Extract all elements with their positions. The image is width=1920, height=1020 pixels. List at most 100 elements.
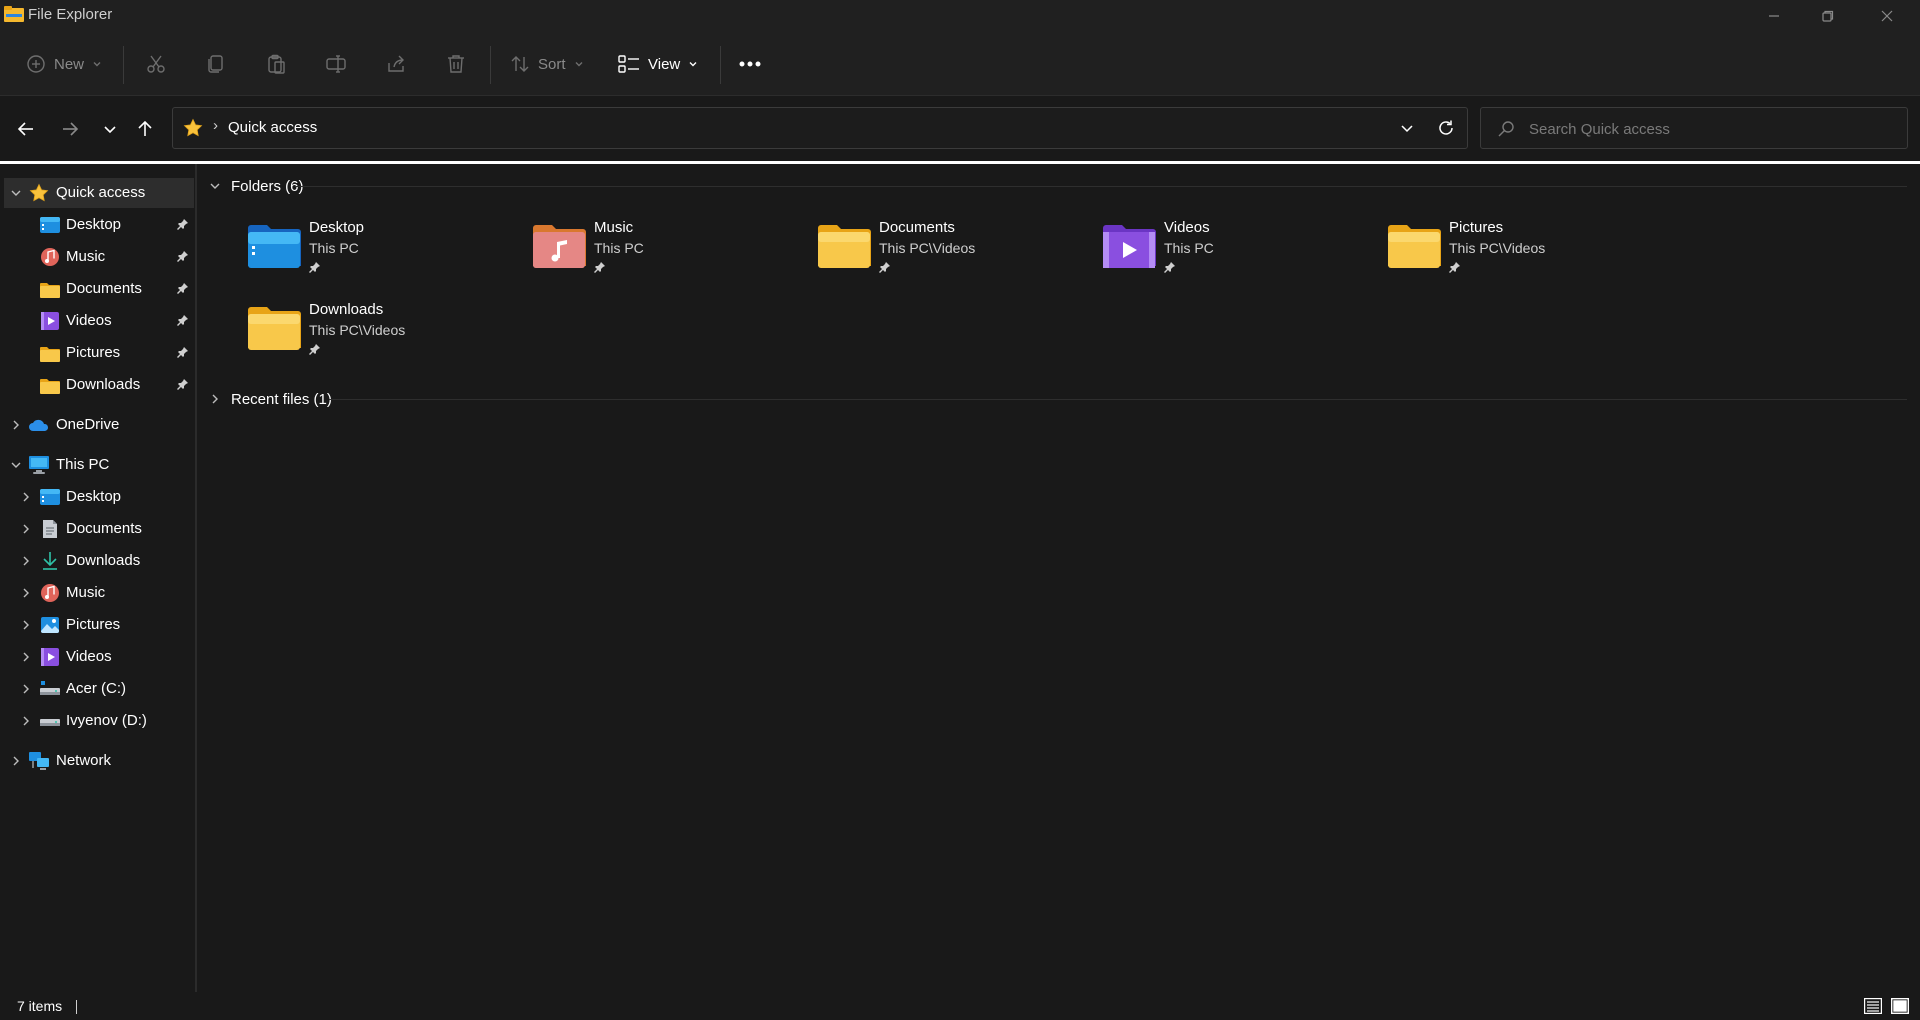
- sidebar-item-music-pinned[interactable]: Music: [4, 242, 194, 272]
- pin-icon[interactable]: [177, 346, 189, 358]
- chevron-right-icon[interactable]: [10, 755, 22, 767]
- refresh-icon[interactable]: [1437, 119, 1455, 137]
- chevron-right-icon[interactable]: [20, 523, 32, 535]
- new-label: New: [54, 55, 85, 73]
- sidebar-item-pc-desktop[interactable]: Desktop: [4, 482, 194, 512]
- sidebar-item-videos-pinned[interactable]: Videos: [4, 306, 194, 336]
- recent-locations-button[interactable]: [94, 113, 126, 145]
- cut-button[interactable]: [146, 46, 166, 82]
- back-button[interactable]: [10, 113, 42, 145]
- sidebar-item-label: Ivyenov (D:): [66, 712, 147, 729]
- forward-button[interactable]: [54, 113, 86, 145]
- recent-files-section-header[interactable]: Recent files (1): [209, 387, 332, 411]
- chevron-right-icon[interactable]: [20, 555, 32, 567]
- sidebar-item-pc-documents[interactable]: Documents: [4, 514, 194, 544]
- sidebar-item-label: Documents: [66, 280, 142, 297]
- folder-tile-videos[interactable]: Videos This PC: [1101, 214, 1371, 280]
- chevron-down-icon[interactable]: [10, 187, 22, 199]
- sidebar-item-label: Desktop: [66, 488, 122, 505]
- sidebar-item-pc-downloads[interactable]: Downloads: [4, 546, 194, 576]
- chevron-down-icon[interactable]: [1399, 120, 1415, 136]
- copy-icon: [208, 55, 223, 73]
- sidebar-item-pc-pictures[interactable]: Pictures: [4, 610, 194, 640]
- pin-icon: [1164, 262, 1175, 273]
- sidebar-item-this-pc[interactable]: This PC: [4, 450, 194, 480]
- sidebar-item-label: Downloads: [66, 552, 141, 569]
- drive-icon: [39, 711, 61, 731]
- restore-button[interactable]: [1799, 0, 1857, 32]
- restore-icon: [1822, 10, 1834, 22]
- sidebar-item-downloads-pinned[interactable]: Downloads: [4, 370, 194, 400]
- breadcrumb-quick-access[interactable]: Quick access: [228, 119, 317, 136]
- search-box[interactable]: [1480, 107, 1908, 149]
- close-button[interactable]: [1858, 0, 1916, 32]
- sidebar-item-label: Videos: [66, 648, 112, 665]
- delete-button[interactable]: [446, 46, 466, 82]
- sidebar-item-pc-music[interactable]: Music: [4, 578, 194, 608]
- folder-icon: [39, 344, 61, 364]
- view-label: View: [648, 55, 681, 73]
- status-bar: 7 items: [0, 992, 1920, 1020]
- sidebar-item-quick-access[interactable]: Quick access: [4, 178, 194, 208]
- copy-button[interactable]: [206, 46, 226, 82]
- file-explorer-app-icon: [4, 6, 24, 22]
- close-icon: [1881, 10, 1893, 22]
- pin-icon: [309, 262, 320, 273]
- chevron-right-icon[interactable]: [10, 419, 22, 431]
- videos-icon: [39, 311, 61, 331]
- plus-circle-icon: [27, 55, 45, 73]
- sidebar-item-label: Downloads: [66, 376, 141, 393]
- sidebar-item-network[interactable]: Network: [4, 746, 194, 776]
- chevron-right-icon[interactable]: [20, 683, 32, 695]
- sidebar-item-documents-pinned[interactable]: Documents: [4, 274, 194, 304]
- sidebar-item-drive-d[interactable]: Ivyenov (D:): [4, 706, 194, 736]
- status-separator: [76, 1000, 77, 1014]
- folder-tile-pictures[interactable]: Pictures This PC\Videos: [1386, 214, 1656, 280]
- pin-icon[interactable]: [177, 314, 189, 326]
- pin-icon[interactable]: [177, 378, 189, 390]
- new-button[interactable]: New: [26, 46, 102, 82]
- paste-button[interactable]: [266, 46, 286, 82]
- up-button[interactable]: [129, 113, 161, 145]
- sidebar-item-drive-c[interactable]: Acer (C:): [4, 674, 194, 704]
- search-input[interactable]: [1529, 118, 1889, 140]
- more-options-button[interactable]: [738, 46, 762, 82]
- details-view-button[interactable]: [1862, 995, 1884, 1017]
- chevron-down-icon: [104, 126, 116, 134]
- folder-tile-documents[interactable]: Documents This PC\Videos: [816, 214, 1086, 280]
- sidebar-item-label: Desktop: [66, 216, 122, 233]
- folders-section-header[interactable]: Folders (6): [209, 174, 304, 198]
- sidebar-item-pc-videos[interactable]: Videos: [4, 642, 194, 672]
- rename-icon: [326, 55, 346, 73]
- sidebar-item-pictures-pinned[interactable]: Pictures: [4, 338, 194, 368]
- folder-tile-desktop[interactable]: Desktop This PC: [246, 214, 516, 280]
- tiles-view-button[interactable]: [1889, 995, 1911, 1017]
- chevron-right-icon[interactable]: [20, 619, 32, 631]
- pin-icon[interactable]: [177, 282, 189, 294]
- chevron-right-icon[interactable]: [20, 491, 32, 503]
- sort-button[interactable]: Sort: [510, 46, 584, 82]
- chevron-down-icon[interactable]: [10, 459, 22, 471]
- sidebar-item-desktop-pinned[interactable]: Desktop: [4, 210, 194, 240]
- pin-icon[interactable]: [177, 250, 189, 262]
- address-bar[interactable]: › Quick access: [172, 107, 1468, 149]
- chevron-right-icon[interactable]: [20, 651, 32, 663]
- folder-path: This PC\Videos: [1449, 240, 1546, 256]
- minimize-button[interactable]: [1745, 0, 1803, 32]
- sidebar-item-onedrive[interactable]: OneDrive: [4, 410, 194, 440]
- music-icon: [39, 583, 61, 603]
- folder-icon: [39, 376, 61, 396]
- folder-tile-music[interactable]: Music This PC: [531, 214, 801, 280]
- share-button[interactable]: [386, 46, 406, 82]
- pin-icon: [1449, 262, 1460, 273]
- pin-icon[interactable]: [177, 218, 189, 230]
- chevron-down-icon: [210, 183, 220, 189]
- folder-icon: [1388, 225, 1441, 268]
- rename-button[interactable]: [326, 46, 346, 82]
- folder-tile-downloads[interactable]: Downloads This PC\Videos: [246, 296, 516, 362]
- chevron-right-icon[interactable]: [20, 587, 32, 599]
- arrow-up-icon: [138, 120, 152, 136]
- view-button[interactable]: View: [618, 46, 698, 82]
- recent-files-section-title: Recent files (1): [231, 390, 332, 408]
- chevron-right-icon[interactable]: [20, 715, 32, 727]
